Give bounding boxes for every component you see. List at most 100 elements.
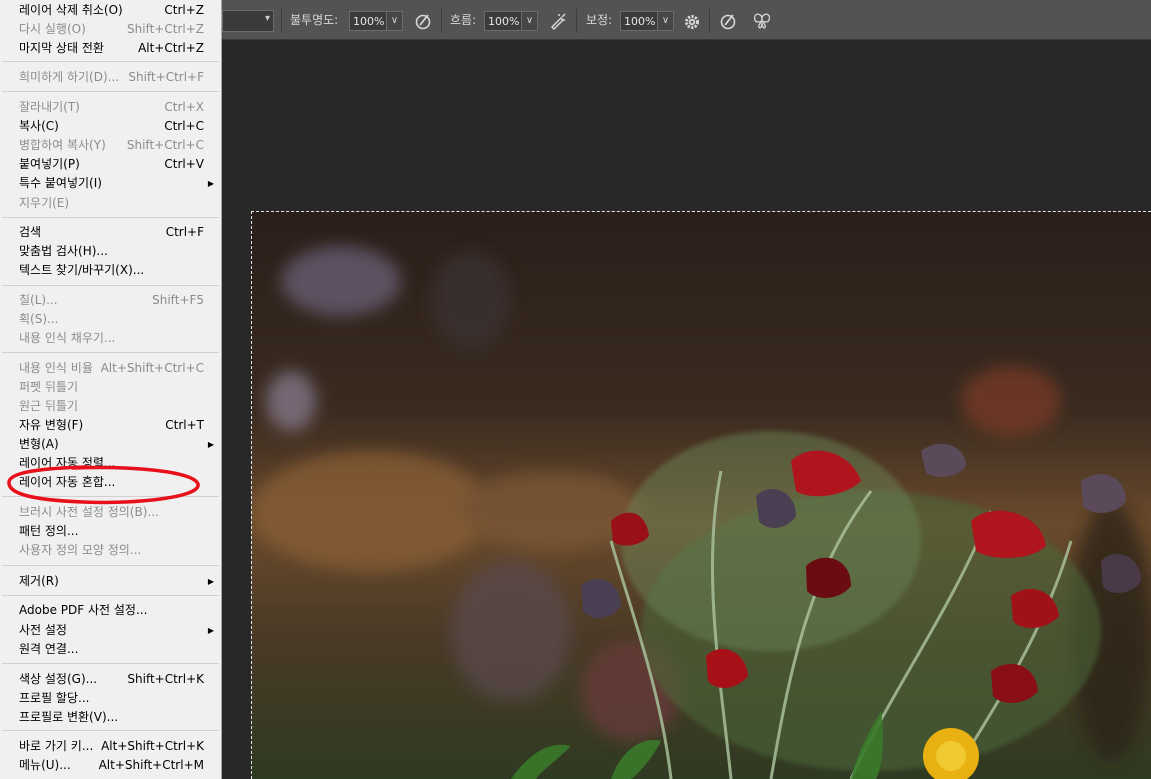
menu-item-label: 레이어 삭제 취소(O): [19, 3, 123, 17]
menu-item-shortcut: Ctrl+X: [164, 100, 204, 114]
smoothing-dropdown-button[interactable]: ∨: [657, 11, 674, 31]
menu-item-shortcut: Ctrl+C: [164, 119, 204, 133]
flow-label: 흐름:: [450, 13, 477, 27]
menu-separator: [2, 595, 219, 596]
opacity-label: 불투명도:: [290, 13, 339, 27]
menu-item-shortcut: Shift+Ctrl+C: [126, 138, 204, 152]
submenu-arrow-icon: ▶: [207, 577, 214, 586]
menu-item-copy[interactable]: 복사(C) Ctrl+C: [0, 117, 221, 136]
menu-item-content-aware-scale: 내용 인식 비율 Alt+Shift+Ctrl+C: [0, 359, 221, 378]
menu-item-label: 자유 변형(F): [19, 418, 84, 432]
menu-item-shortcut: Alt+Shift+Ctrl+M: [98, 758, 204, 772]
menu-item-color-settings[interactable]: 색상 설정(G)... Shift+Ctrl+K: [0, 670, 221, 689]
menu-item-perspective-warp: 원근 뒤틀기: [0, 397, 221, 416]
menu-item-label: Adobe PDF 사전 설정...: [19, 603, 148, 617]
menu-item-presets[interactable]: 사전 설정 ▶: [0, 621, 221, 640]
menu-item-label: 패턴 정의...: [19, 524, 79, 538]
menu-item-check-spelling[interactable]: 맞춤법 검사(H)...: [0, 242, 221, 261]
edit-menu: 레이어 삭제 취소(O) Ctrl+Z 다시 실행(O) Shift+Ctrl+Z 마지…: [0, 0, 222, 779]
menu-separator: [2, 663, 219, 664]
menu-item-label: 희미하게 하기(D)...: [19, 70, 120, 84]
menu-separator: [2, 565, 219, 566]
pressure-size-icon[interactable]: [718, 11, 738, 31]
menu-item-stroke: 획(S)...: [0, 310, 221, 329]
menu-item-toggle-last-state[interactable]: 마지막 상태 전환 Alt+Ctrl+Z: [0, 39, 221, 58]
flow-dropdown-button[interactable]: ∨: [521, 11, 538, 31]
divider: [709, 9, 710, 33]
menu-item-label: 프로필로 변환(V)...: [19, 710, 119, 724]
menu-item-convert-to-profile[interactable]: 프로필로 변환(V)...: [0, 708, 221, 727]
menu-item-label: 획(S)...: [19, 312, 59, 326]
submenu-arrow-icon: ▶: [207, 179, 214, 188]
menu-item-label: 제거(R): [19, 574, 59, 588]
divider: [441, 9, 442, 33]
smoothing-label: 보정:: [586, 13, 613, 27]
menu-separator: [2, 217, 219, 218]
brush-mode-dropdown[interactable]: ▾: [222, 10, 274, 32]
menu-separator: [2, 91, 219, 92]
menu-item-puppet-warp: 퍼펫 뒤틀기: [0, 378, 221, 397]
menu-item-auto-blend-layers[interactable]: 레이어 자동 혼합...: [0, 473, 221, 492]
menu-item-define-custom-shape: 사용자 정의 모양 정의...: [0, 541, 221, 560]
symmetry-butterfly-icon[interactable]: [752, 11, 772, 31]
selection-marquee: [251, 211, 1151, 212]
menu-item-search[interactable]: 검색 Ctrl+F: [0, 223, 221, 242]
opacity-dropdown-button[interactable]: ∨: [386, 11, 403, 31]
menu-item-redo: 다시 실행(O) Shift+Ctrl+Z: [0, 20, 221, 39]
menu-item-define-brush-preset: 브러시 사전 설정 정의(B)...: [0, 503, 221, 522]
menu-item-label: 다시 실행(O): [19, 22, 86, 36]
menu-item-copy-merged: 병합하여 복사(Y) Shift+Ctrl+C: [0, 136, 221, 155]
chevron-down-icon: ▾: [264, 13, 270, 24]
menu-item-label: 사용자 정의 모양 정의...: [19, 543, 142, 557]
menu-item-find-replace-text[interactable]: 텍스트 찾기/바꾸기(X)...: [0, 261, 221, 280]
menu-item-shortcut: Alt+Shift+Ctrl+K: [101, 739, 204, 753]
menu-item-shortcut: Shift+F5: [152, 293, 204, 307]
menu-item-free-transform[interactable]: 자유 변형(F) Ctrl+T: [0, 416, 221, 435]
menu-item-keyboard-shortcuts[interactable]: 바로 가기 키... Alt+Shift+Ctrl+K: [0, 737, 221, 756]
document-canvas[interactable]: [251, 211, 1151, 779]
menu-item-shortcut: Shift+Ctrl+Z: [127, 22, 204, 36]
divider: [281, 9, 282, 33]
menu-item-auto-align-layers[interactable]: 레이어 자동 정렬...: [0, 454, 221, 473]
menu-item-transform[interactable]: 변형(A) ▶: [0, 435, 221, 454]
menu-item-purge[interactable]: 제거(R) ▶: [0, 572, 221, 591]
menu-item-remote-connections[interactable]: 원격 연결...: [0, 640, 221, 659]
menu-item-adobe-pdf-presets[interactable]: Adobe PDF 사전 설정...: [0, 601, 221, 620]
menu-item-shortcut: Ctrl+T: [165, 418, 204, 432]
menu-item-content-aware-fill: 내용 인식 채우기...: [0, 329, 221, 348]
airbrush-icon[interactable]: [548, 11, 568, 31]
menu-item-assign-profile[interactable]: 프로필 할당...: [0, 689, 221, 708]
menu-item-clear: 지우기(E): [0, 194, 221, 213]
menu-item-paste-special[interactable]: 특수 붙여넣기(I) ▶: [0, 174, 221, 193]
menu-item-shortcut: Ctrl+Z: [164, 3, 204, 17]
divider: [576, 9, 577, 33]
menu-item-label: 레이어 자동 정렬...: [19, 456, 116, 470]
menu-item-label: 특수 붙여넣기(I): [19, 176, 102, 190]
submenu-arrow-icon: ▶: [207, 626, 214, 635]
flower-photo: [251, 211, 1151, 779]
menu-item-paste[interactable]: 붙여넣기(P) Ctrl+V: [0, 155, 221, 174]
menu-item-label: 원근 뒤틀기: [19, 399, 79, 413]
menu-item-define-pattern[interactable]: 패턴 정의...: [0, 522, 221, 541]
menu-item-label: 사전 설정: [19, 623, 67, 637]
menu-item-undo-delete-layer[interactable]: 레이어 삭제 취소(O) Ctrl+Z: [0, 1, 221, 20]
menu-item-fill: 칠(L)... Shift+F5: [0, 291, 221, 310]
menu-separator: [2, 61, 219, 62]
menu-separator: [2, 285, 219, 286]
menu-item-label: 내용 인식 비율: [19, 361, 93, 375]
menu-item-fade: 희미하게 하기(D)... Shift+Ctrl+F: [0, 68, 221, 87]
menu-item-menus[interactable]: 메뉴(U)... Alt+Shift+Ctrl+M: [0, 756, 221, 775]
menu-item-label: 검색: [19, 225, 42, 239]
gear-icon[interactable]: [682, 11, 702, 31]
menu-item-label: 변형(A): [19, 437, 59, 451]
submenu-arrow-icon: ▶: [207, 440, 214, 449]
menu-item-label: 칠(L)...: [19, 293, 58, 307]
menu-item-shortcut: Alt+Ctrl+Z: [138, 41, 204, 55]
menu-item-label: 복사(C): [19, 119, 59, 133]
menu-item-label: 병합하여 복사(Y): [19, 138, 106, 152]
menu-item-label: 프로필 할당...: [19, 691, 90, 705]
pressure-opacity-icon[interactable]: [413, 11, 433, 31]
menu-separator: [2, 352, 219, 353]
menu-item-label: 색상 설정(G)...: [19, 672, 98, 686]
menu-item-shortcut: Ctrl+F: [165, 225, 204, 239]
